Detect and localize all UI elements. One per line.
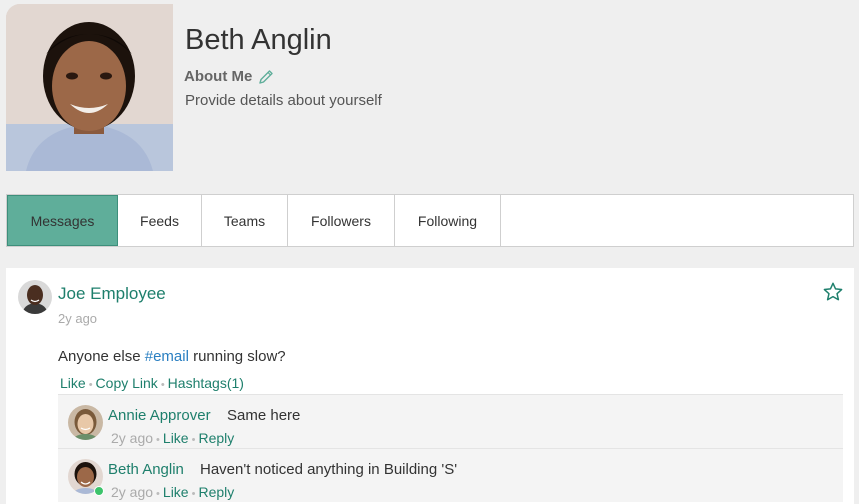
- comment-item: Annie Approver Same here 2y ago • Like • Rep…: [58, 394, 843, 448]
- hashtag-link[interactable]: #email: [145, 348, 189, 365]
- profile-tab-bar: Messages Feeds Teams Followers Following: [6, 194, 854, 247]
- comment-text: Same here: [227, 407, 301, 424]
- separator-dot: •: [156, 488, 160, 500]
- post-body: Anyone else #email running slow?: [58, 348, 286, 365]
- post-text-start: Anyone else: [58, 348, 145, 365]
- post-author-avatar[interactable]: [18, 280, 52, 314]
- about-me-label: About Me: [184, 68, 253, 85]
- post-actions: Like • Copy Link • Hashtags(1): [60, 375, 244, 391]
- tab-following[interactable]: Following: [395, 195, 501, 246]
- tab-feeds[interactable]: Feeds: [118, 195, 202, 246]
- separator-dot: •: [156, 434, 160, 446]
- hashtags-link[interactable]: Hashtags(1): [168, 375, 244, 391]
- profile-photo: [6, 4, 173, 171]
- comment-text: Haven't noticed anything in Building 'S': [200, 461, 458, 478]
- pencil-edit-icon[interactable]: [258, 69, 274, 85]
- separator-dot: •: [191, 488, 196, 500]
- comment-author-name[interactable]: Beth Anglin: [108, 461, 184, 478]
- like-link[interactable]: Like: [60, 375, 86, 391]
- comment-meta: 2y ago • Like • Reply: [111, 430, 234, 446]
- tab-messages[interactable]: Messages: [7, 195, 118, 246]
- comment-like-link[interactable]: Like: [163, 430, 189, 446]
- post-author-name[interactable]: Joe Employee: [58, 284, 166, 304]
- separator-dot: •: [160, 379, 165, 391]
- online-status-indicator: [94, 486, 104, 496]
- comment-reply-link[interactable]: Reply: [198, 484, 234, 500]
- about-me-text: Provide details about yourself: [185, 92, 382, 109]
- separator-dot: •: [191, 434, 196, 446]
- copy-link-link[interactable]: Copy Link: [96, 375, 158, 391]
- comment-item: Beth Anglin Haven't noticed anything in …: [58, 448, 843, 502]
- post-text-end: running slow?: [188, 348, 286, 365]
- post-timestamp: 2y ago: [58, 311, 98, 326]
- comment-timestamp: 2y ago: [111, 484, 154, 500]
- comment-like-link[interactable]: Like: [163, 484, 189, 500]
- comment-author-avatar[interactable]: [68, 405, 103, 440]
- comment-timestamp: 2y ago: [111, 430, 154, 446]
- profile-name: Beth Anglin: [185, 24, 332, 56]
- comment-reply-link[interactable]: Reply: [198, 430, 234, 446]
- tab-followers[interactable]: Followers: [288, 195, 395, 246]
- star-outline-icon[interactable]: [822, 281, 844, 303]
- separator-dot: •: [88, 379, 93, 391]
- comment-meta: 2y ago • Like • Reply: [111, 484, 234, 500]
- about-me-row: About Me: [184, 68, 274, 85]
- tab-teams[interactable]: Teams: [202, 195, 288, 246]
- comment-author-name[interactable]: Annie Approver: [108, 407, 211, 424]
- message-feed: Joe Employee 2y ago Anyone else #email r…: [6, 268, 854, 504]
